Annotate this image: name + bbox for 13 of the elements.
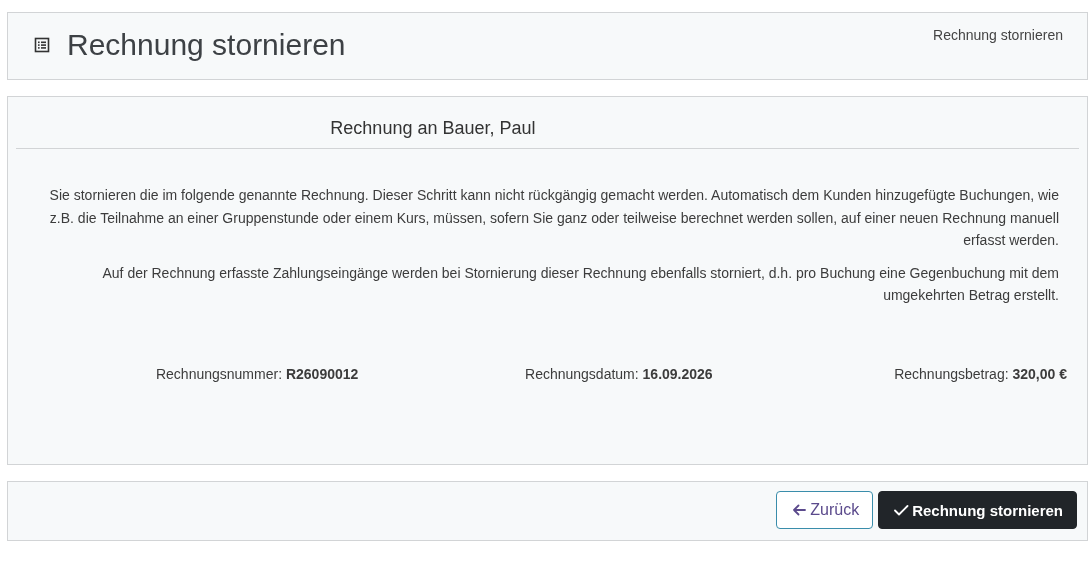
breadcrumb: Rechnung stornieren — [933, 27, 1063, 43]
arrow-left-icon — [791, 502, 808, 518]
invoice-detail: Rechnungsbetrag: 320,00 € — [894, 365, 1067, 382]
invoice-heading: Rechnung an Bauer, Paul — [329, 118, 537, 140]
cancel-invoice-button[interactable]: Rechnung stornieren — [878, 491, 1077, 529]
invoice-detail: Rechnungsnummer: R26090012 — [155, 365, 359, 382]
notice-text: Auf der Rechnung erfasste Zahlungseingänge werden bei Stornierung dieser Rechnung ebenfalls storniert, d.h. pro Buchung eine Gegenbuchung mit dem umgekehrten Betrag erstellt. — [101, 263, 1059, 305]
checkmark-icon — [893, 502, 910, 518]
invoice-detail: Rechnungsdatum: 16.09.2026 — [525, 365, 713, 382]
list-icon — [34, 37, 50, 53]
notice-text: Sie stornieren die im folgende genannte Rechnung. Dieser Schritt kann nicht rückgängig gemacht werden. Automatisch dem Kunden hinzugefügte Buchungen, wie z.B. die Teilnahme an einer Gruppenstunde oder einem Kurs, müssen, sofern Sie ganz oder teilweise berechnet werden sollen, auf einer neuen Rechnung manuell erfasst werden. — [48, 186, 1059, 250]
page-title: Rechnung stornieren — [67, 27, 346, 63]
back-button[interactable]: Zurück — [776, 491, 874, 529]
